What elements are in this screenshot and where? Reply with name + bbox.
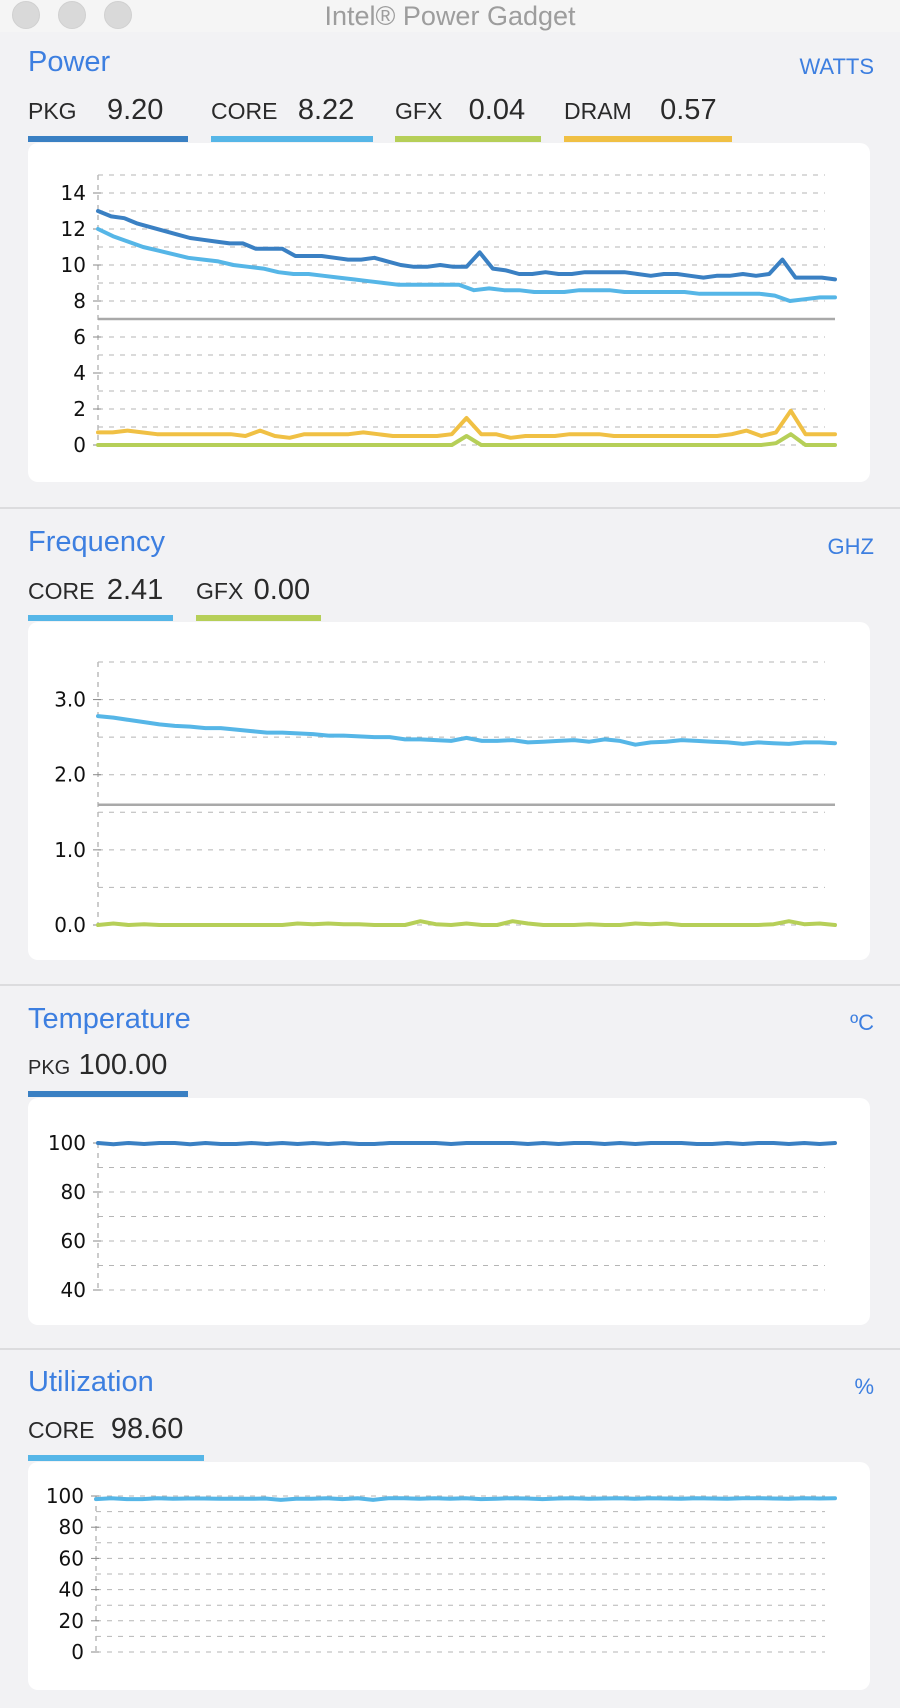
- power-y-tick-label: 10: [61, 253, 86, 277]
- power-series-pkg: [96, 209, 837, 282]
- power-y-tick-label: 6: [73, 325, 86, 349]
- temperature-y-tick-label: 100: [48, 1131, 86, 1155]
- utilization-y-tick-label: 100: [46, 1484, 84, 1508]
- frequency-y-tick-label: 0.0: [54, 913, 86, 937]
- utilization-y-tick-label: 20: [59, 1609, 84, 1633]
- utilization-y-tick-label: 60: [59, 1546, 84, 1570]
- power-y-tick-label: 14: [61, 181, 86, 205]
- temperature-y-tick-label: 40: [61, 1278, 86, 1302]
- power-y-tick-label: 0: [73, 433, 86, 457]
- frequency-series-gfx: [96, 919, 837, 927]
- utilization-y-tick-label: 0: [71, 1640, 84, 1664]
- utilization-series-core: [94, 1496, 837, 1502]
- frequency-series-core: [96, 714, 837, 747]
- power-y-tick-label: 2: [73, 397, 86, 421]
- power-y-tick-label: 4: [73, 361, 86, 385]
- utilization-y-tick-label: 40: [59, 1578, 84, 1602]
- utilization-y-tick-label: 80: [59, 1515, 84, 1539]
- charts-layer: 0 2 4 6 8 10 12 14 0.0 1.0 2.0 3.0 40 60 80 100 0 20 40 60 8…: [46, 174, 837, 1664]
- power-y-tick-label: 8: [73, 289, 86, 313]
- temperature-y-tick-label: 80: [61, 1180, 86, 1204]
- power-y-tick-label: 12: [61, 217, 86, 241]
- temperature-y-tick-label: 60: [61, 1229, 86, 1253]
- frequency-y-tick-label: 3.0: [54, 688, 86, 712]
- frequency-y-tick-label: 2.0: [54, 763, 86, 787]
- power-series-dram: [96, 408, 837, 440]
- temperature-series-pkg: [96, 1141, 837, 1147]
- frequency-y-tick-label: 1.0: [54, 838, 86, 862]
